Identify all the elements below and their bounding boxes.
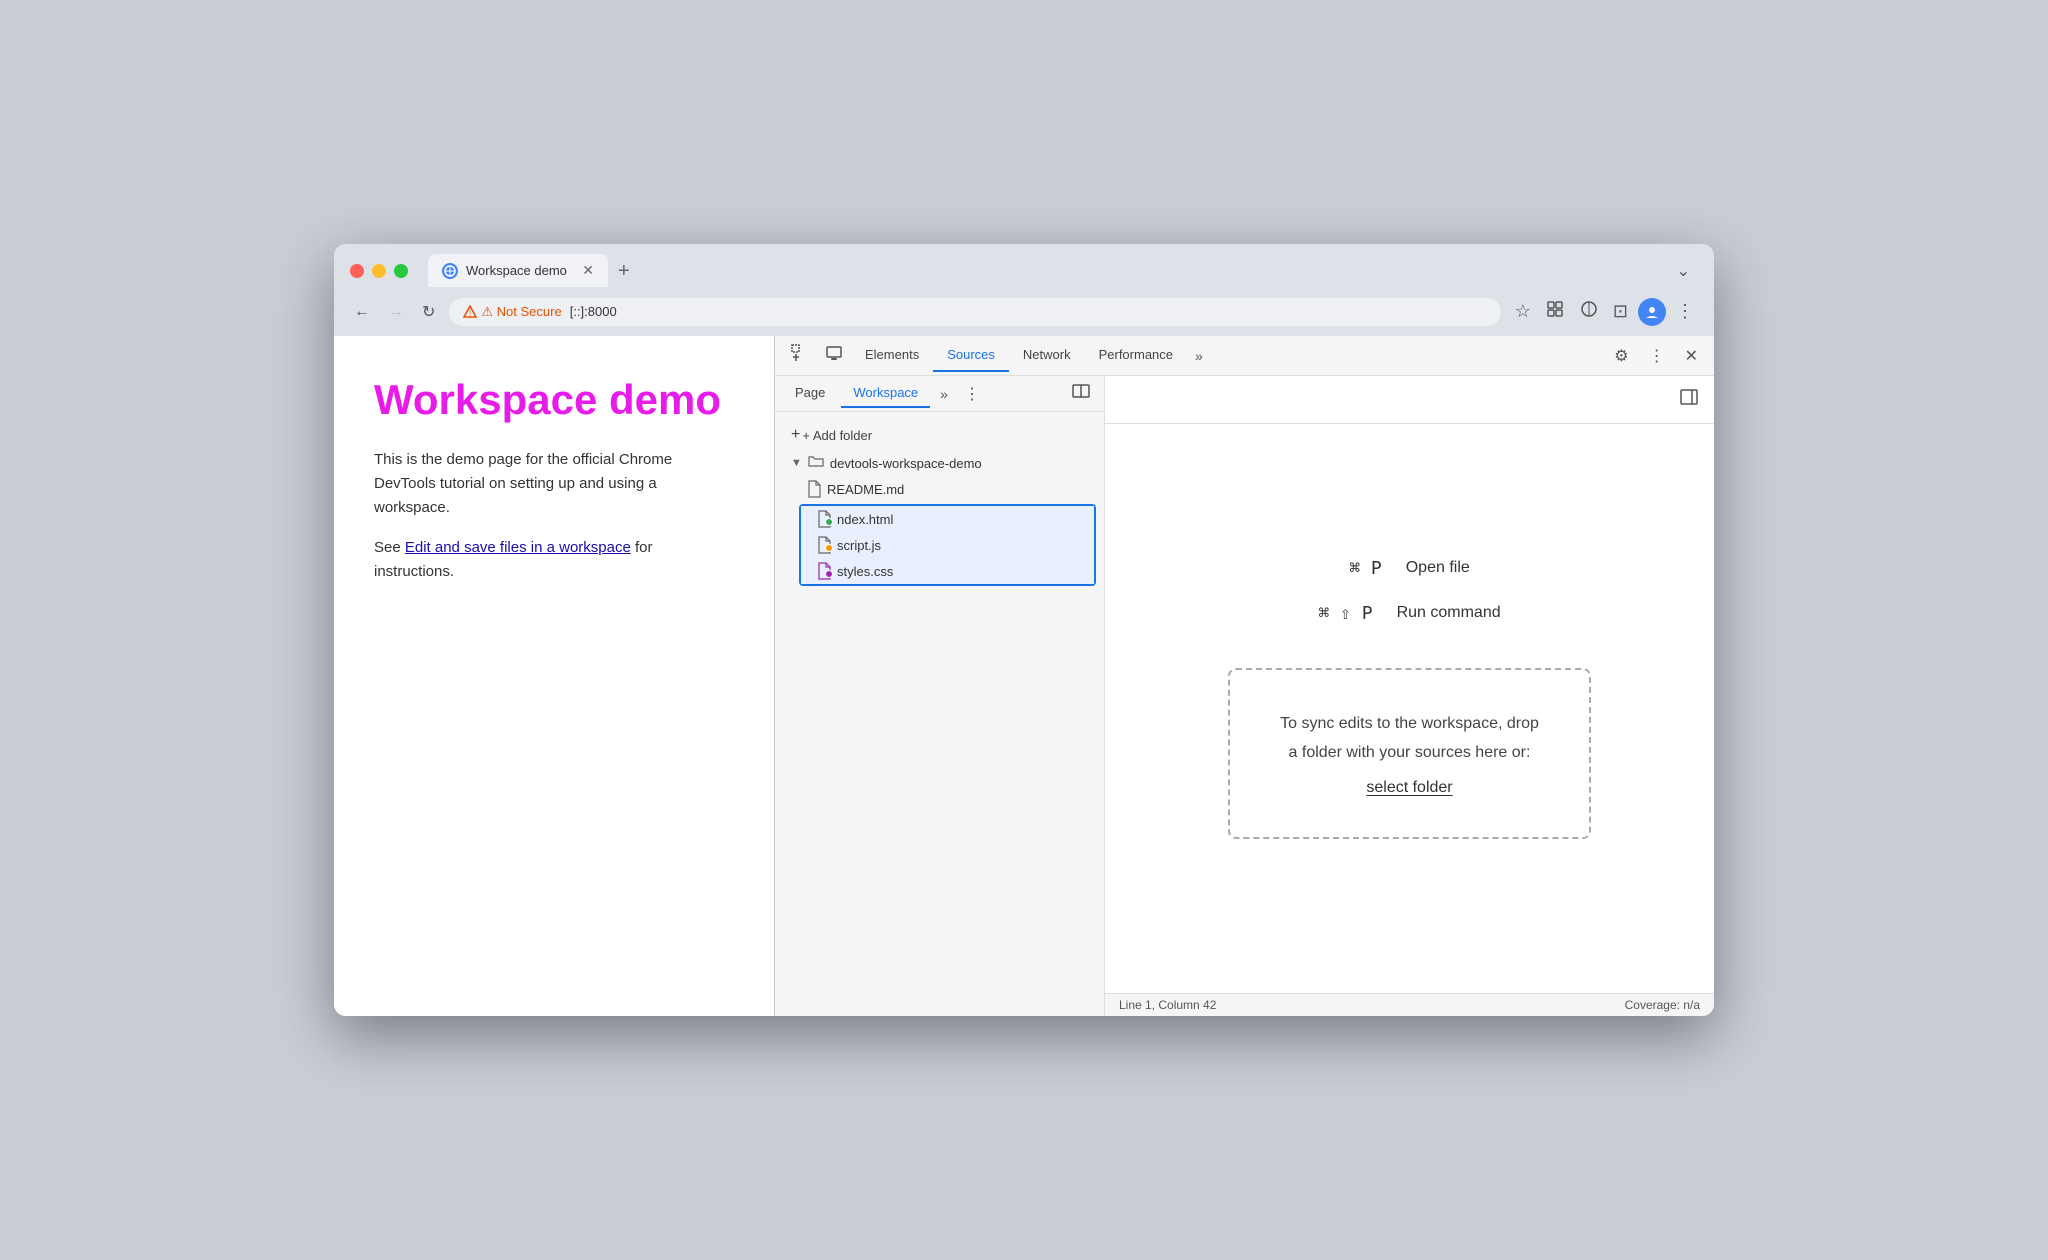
folder-chevron-icon: ▼ [791,457,802,469]
url-bar[interactable]: ! ⚠ Not Secure [::]:8000 [449,298,1500,326]
sidebar-toggle-button[interactable] [1066,380,1096,407]
sources-tab-workspace[interactable]: Workspace [841,379,930,408]
page-link-paragraph: See Edit and save files in a workspace f… [374,536,734,584]
sources-tab-page[interactable]: Page [783,379,837,408]
devtools-tab-bar: Elements Sources Network Performance » ⚙… [775,336,1714,376]
page-description: This is the demo page for the official C… [374,448,734,520]
link-prefix: See [374,539,405,556]
run-command-keys: ⌘ ⇧ P [1318,603,1372,624]
sources-panel: Page Workspace » ⋮ [775,376,1714,1016]
sources-main-header [1105,376,1714,424]
sources-tab-bar: Page Workspace » ⋮ [775,376,1104,412]
sources-main-area: ⌘ P Open file ⌘ ⇧ P Run command To sync … [1105,376,1714,1016]
coverage-status: Coverage: n/a [1625,998,1700,1012]
add-folder-button[interactable]: + + Add folder [775,420,1104,450]
workspace-drop-zone[interactable]: To sync edits to the workspace, drop a f… [1228,668,1591,840]
inspect-element-button[interactable] [783,340,817,371]
tab-sources[interactable]: Sources [933,339,1009,372]
tab-favicon-icon [442,263,458,279]
add-folder-icon: + [791,426,800,444]
maximize-window-button[interactable] [394,264,408,278]
sources-welcome-content: ⌘ P Open file ⌘ ⇧ P Run command To sync … [1105,424,1714,993]
file-item-css[interactable]: styles.css [801,558,1094,584]
folder-icon [808,454,824,472]
file-icon-js-wrapper [817,536,831,554]
css-dot-indicator [825,570,833,578]
tab-menu-button[interactable]: ⌄ [1669,257,1698,285]
file-name-css: styles.css [837,564,893,579]
file-item-readme[interactable]: README.md [791,476,1104,502]
file-item-html[interactable]: ndex.html [801,506,1094,532]
close-window-button[interactable] [350,264,364,278]
file-name-readme: README.md [827,482,904,497]
drop-zone-text: To sync edits to the workspace, drop a f… [1280,710,1539,768]
workspace-link[interactable]: Edit and save files in a workspace [405,539,631,556]
browser-tab-active[interactable]: Workspace demo ✕ [428,254,608,287]
profile-button[interactable] [1638,298,1666,326]
tab-performance[interactable]: Performance [1085,339,1187,372]
html-dot-indicator [825,518,833,526]
collapse-sidebar-button[interactable] [1676,384,1702,415]
url-text: [::]:8000 [570,304,617,319]
cursor-position: Line 1, Column 42 [1119,998,1216,1012]
svg-text:!: ! [469,308,471,317]
sources-more-tabs[interactable]: » [934,384,954,404]
extensions-button[interactable] [1541,295,1569,328]
title-bar: Workspace demo ✕ + ⌄ [334,244,1714,287]
sources-sidebar: Page Workspace » ⋮ [775,376,1105,1016]
open-file-shortcut: ⌘ P Open file [1349,558,1470,579]
browser-window: Workspace demo ✕ + ⌄ ← → ↻ ! ⚠ Not Secur… [334,244,1714,1016]
devtools-button[interactable] [1575,295,1603,328]
sources-sidebar-actions [1066,380,1096,407]
split-view-button[interactable]: ⊡ [1609,297,1632,326]
chrome-menu-button[interactable]: ⋮ [1672,297,1698,326]
bookmark-button[interactable]: ☆ [1511,297,1535,326]
tab-elements[interactable]: Elements [851,339,933,372]
run-command-shortcut: ⌘ ⇧ P Run command [1318,603,1500,624]
back-button[interactable]: ← [350,299,374,325]
devtools-close-button[interactable]: ✕ [1677,342,1706,370]
devtools-panel: Elements Sources Network Performance » ⚙… [774,336,1714,1016]
file-name-js: script.js [837,538,881,553]
open-file-keys: ⌘ P [1349,558,1382,579]
select-folder-link[interactable]: select folder [1366,779,1452,796]
drop-line1: To sync edits to the workspace, drop [1280,715,1539,732]
highlighted-files-group: ndex.html [799,504,1096,586]
refresh-button[interactable]: ↻ [418,298,439,326]
sources-tab-menu-button[interactable]: ⋮ [958,382,986,406]
tab-bar: Workspace demo ✕ + [428,254,1657,287]
main-content: Workspace demo This is the demo page for… [334,336,1714,1016]
folder-children: README.md [791,476,1104,586]
browser-actions: ☆ ⊡ ⋮ [1511,295,1698,328]
devtools-right-actions: ⚙ ⋮ ✕ [1606,342,1706,370]
folder-name: devtools-workspace-demo [830,456,982,471]
file-item-js[interactable]: script.js [801,532,1094,558]
open-file-label: Open file [1406,559,1470,577]
device-toolbar-button[interactable] [817,340,851,371]
root-folder-item[interactable]: ▼ devtools-workspace-demo [775,450,1104,476]
file-icon-css-wrapper [817,562,831,580]
devtools-settings-button[interactable]: ⚙ [1606,342,1636,370]
file-name-html: ndex.html [837,512,893,527]
devtools-more-button[interactable]: ⋮ [1641,342,1673,370]
js-dot-indicator [825,544,833,552]
sources-file-tree: + + Add folder ▼ devtools-workspace-demo [775,412,1104,1016]
more-tabs-button[interactable]: » [1187,344,1211,368]
run-command-label: Run command [1397,604,1501,622]
minimize-window-button[interactable] [372,264,386,278]
traffic-lights [350,264,408,278]
sources-statusbar: Line 1, Column 42 Coverage: n/a [1105,993,1714,1016]
security-warning: ! ⚠ Not Secure [463,304,561,320]
forward-button[interactable]: → [384,299,408,325]
tab-close-button[interactable]: ✕ [582,262,594,279]
page-title: Workspace demo [374,376,734,424]
address-bar: ← → ↻ ! ⚠ Not Secure [::]:8000 ☆ ⊡ ⋮ [334,287,1714,336]
tab-title: Workspace demo [466,263,567,278]
tab-network[interactable]: Network [1009,339,1085,372]
page-content: Workspace demo This is the demo page for… [334,336,774,1016]
new-tab-button[interactable]: + [608,256,640,287]
drop-line2: a folder with your sources here or: [1289,744,1531,761]
file-icon-html-wrapper [817,510,831,528]
